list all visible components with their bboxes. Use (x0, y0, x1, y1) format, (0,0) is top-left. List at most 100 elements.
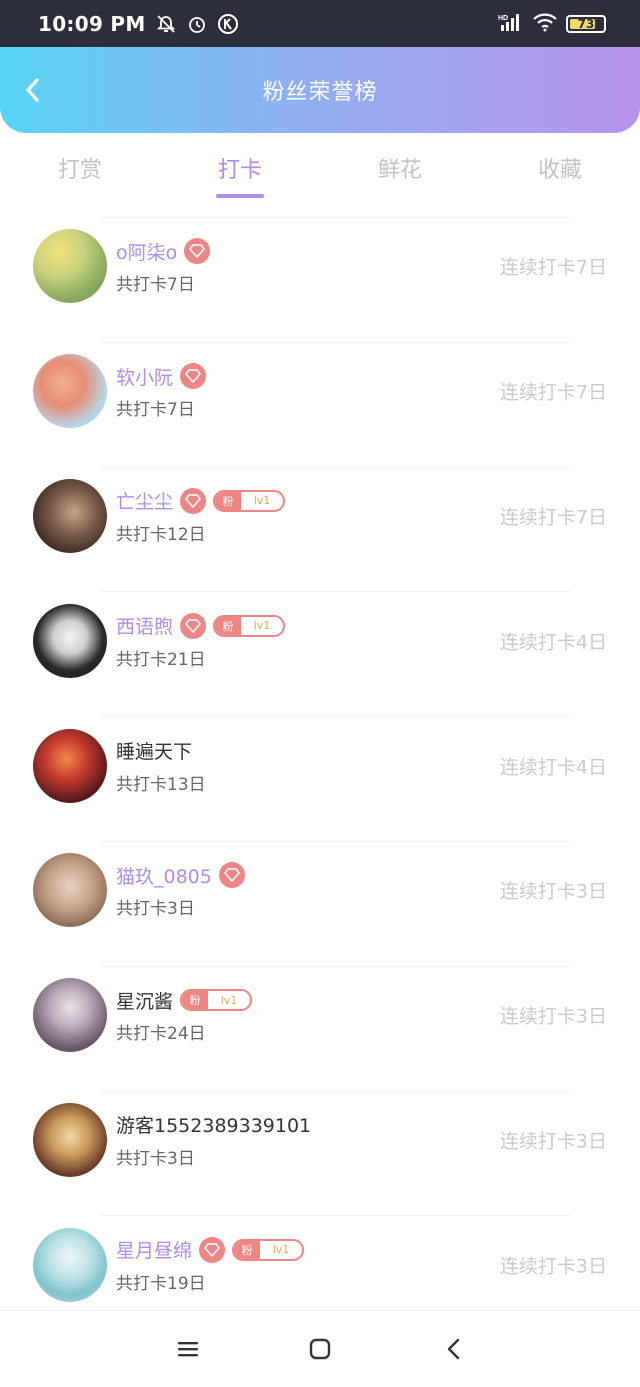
fan-badge-prefix: 粉 (234, 1240, 261, 1259)
list-item[interactable]: 星月昼绵 粉 lv1 共打卡19日 连续打卡3日 (0, 1202, 640, 1327)
tab-flowers[interactable]: 鲜花 (320, 140, 480, 202)
avatar[interactable] (33, 229, 107, 304)
tab-bar: 打赏 打卡 鲜花 收藏 (0, 140, 640, 202)
fan-ranking-list: o阿柒o 共打卡7日 连续打卡7日 软小阮 共打卡7日 连续打卡7日 亡尘尘 粉 (0, 204, 640, 1327)
user-name: 猫玖_0805 (116, 865, 212, 888)
home-square-icon (309, 1338, 331, 1360)
avatar[interactable] (33, 978, 107, 1053)
tab-underline (56, 194, 104, 198)
tab-underline (536, 194, 584, 198)
menu-icon (178, 1342, 198, 1357)
diamond-icon (184, 238, 211, 265)
avatar[interactable] (33, 603, 107, 678)
svg-text:HD: HD (498, 15, 508, 22)
list-item[interactable]: 西语煦 粉 lv1 共打卡21日 连续打卡4日 (0, 578, 640, 703)
tab-underline-active (216, 194, 264, 198)
user-name: 星月昼绵 (116, 1240, 193, 1263)
fan-level-badge: 粉 lv1 (232, 1238, 305, 1261)
total-checkin: 共打卡24日 (116, 1024, 206, 1045)
streak-text: 连续打卡7日 (499, 256, 607, 279)
status-left: 10:09 PM (38, 12, 239, 36)
back-triangle-icon (447, 1338, 460, 1360)
status-time: 10:09 PM (38, 12, 146, 36)
fan-badge-level: lv1 (272, 1243, 290, 1257)
tab-checkin[interactable]: 打卡 (160, 140, 320, 202)
total-checkin: 共打卡21日 (116, 649, 206, 670)
fan-badge-prefix: 粉 (182, 991, 209, 1010)
back-button[interactable] (18, 75, 48, 105)
streak-text: 连续打卡3日 (499, 880, 607, 903)
fan-level-badge: 粉 lv1 (180, 989, 253, 1012)
streak-text: 连续打卡3日 (499, 1130, 607, 1153)
total-checkin: 共打卡19日 (116, 1273, 206, 1294)
total-checkin: 共打卡3日 (116, 899, 195, 920)
tab-label: 收藏 (537, 158, 582, 183)
fan-badge-prefix: 粉 (215, 491, 242, 510)
avatar[interactable] (33, 354, 107, 429)
list-item[interactable]: 猫玖_0805 共打卡3日 连续打卡3日 (0, 828, 640, 953)
bell-off-icon (155, 13, 177, 35)
tab-underline (376, 194, 424, 198)
total-checkin: 共打卡7日 (116, 275, 195, 296)
list-item[interactable]: 星沉酱 粉 lv1 共打卡24日 连续打卡3日 (0, 953, 640, 1078)
list-item[interactable]: 睡遍天下 共打卡13日 连续打卡4日 (0, 703, 640, 828)
tab-label: 打赏 (57, 158, 102, 183)
status-bar: 10:09 PM HD 73 (0, 0, 640, 48)
streak-text: 连续打卡7日 (499, 381, 607, 404)
app-header: 粉丝荣誉榜 (0, 47, 640, 133)
fan-badge-level: lv1 (253, 494, 271, 508)
streak-text: 连续打卡4日 (499, 631, 607, 654)
tab-reward[interactable]: 打赏 (0, 140, 160, 202)
user-name: 星沉酱 (116, 990, 174, 1013)
total-checkin: 共打卡3日 (116, 1148, 195, 1169)
avatar[interactable] (33, 1102, 107, 1177)
diamond-icon (180, 612, 207, 639)
diamond-icon (218, 862, 245, 889)
list-item[interactable]: 软小阮 共打卡7日 连续打卡7日 (0, 329, 640, 454)
hd-signal-icon: HD (498, 12, 524, 36)
total-checkin: 共打卡13日 (116, 774, 206, 795)
page-title: 粉丝荣誉榜 (262, 80, 378, 105)
menu-button[interactable] (174, 1335, 202, 1363)
fan-level-badge: 粉 lv1 (213, 489, 286, 512)
streak-text: 连续打卡3日 (499, 1005, 607, 1028)
user-name: 西语煦 (116, 616, 174, 639)
avatar[interactable] (33, 853, 107, 928)
fan-badge-level: lv1 (253, 619, 271, 633)
tab-label: 打卡 (217, 158, 262, 183)
fan-badge-prefix: 粉 (215, 616, 242, 635)
avatar[interactable] (33, 1227, 107, 1302)
home-button[interactable] (306, 1335, 334, 1363)
streak-text: 连续打卡7日 (499, 506, 607, 529)
avatar[interactable] (33, 478, 107, 553)
k-icon (217, 13, 239, 35)
user-name: o阿柒o (116, 241, 178, 264)
tab-label: 鲜花 (377, 158, 422, 183)
diamond-icon (180, 363, 207, 390)
avatar[interactable] (33, 728, 107, 803)
alarm-icon (186, 13, 208, 35)
streak-text: 连续打卡4日 (499, 756, 607, 779)
list-item[interactable]: o阿柒o 共打卡7日 连续打卡7日 (0, 204, 640, 329)
user-name: 游客1552389339101 (116, 1115, 312, 1138)
user-name: 睡遍天下 (116, 741, 193, 764)
battery-level: 73 (577, 17, 595, 31)
total-checkin: 共打卡7日 (116, 400, 195, 421)
user-name: 软小阮 (116, 366, 174, 389)
diamond-icon (199, 1236, 226, 1263)
list-item[interactable]: 亡尘尘 粉 lv1 共打卡12日 连续打卡7日 (0, 454, 640, 579)
battery-icon: 73 (566, 15, 606, 33)
wifi-icon (532, 12, 558, 36)
status-right: HD 73 (498, 12, 606, 36)
fan-badge-level: lv1 (220, 993, 238, 1007)
streak-text: 连续打卡3日 (499, 1255, 607, 1278)
tab-collect[interactable]: 收藏 (480, 140, 640, 202)
fan-level-badge: 粉 lv1 (213, 614, 286, 637)
total-checkin: 共打卡12日 (116, 524, 206, 545)
chevron-left-icon (26, 78, 39, 102)
diamond-icon (180, 487, 207, 514)
system-nav-bar (0, 1310, 640, 1387)
system-back-button[interactable] (440, 1335, 468, 1363)
list-item[interactable]: 游客1552389339101 共打卡3日 连续打卡3日 (0, 1078, 640, 1203)
user-name: 亡尘尘 (116, 491, 174, 514)
